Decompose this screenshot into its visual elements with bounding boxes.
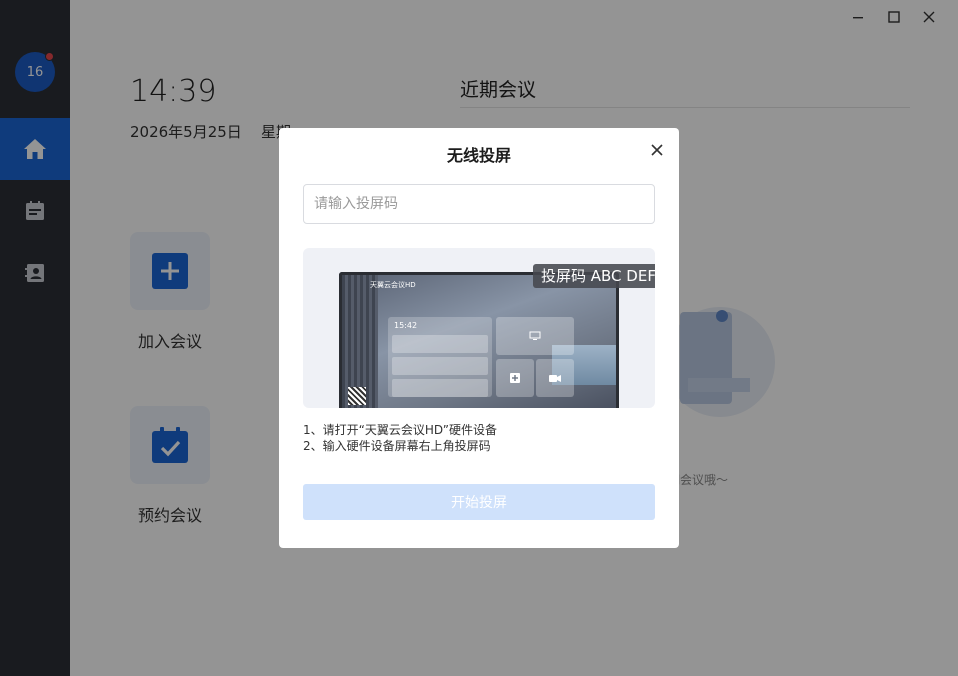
device-video-tile [536,359,574,397]
camera-icon [549,374,561,382]
qr-code-icon [348,387,366,405]
start-cast-button[interactable]: 开始投屏 [303,484,655,520]
instruction-step-2: 2、输入硬件设备屏幕右上角投屏码 [303,439,491,453]
device-screen-content: 天翼云会议HD 15:42 [342,275,616,408]
cast-code-badge: 投屏码 ABC DEF [533,264,655,288]
cast-code-input[interactable] [303,184,655,224]
device-meeting-row [392,379,488,397]
dialog-title: 无线投屏 [446,146,511,165]
device-time: 15:42 [394,321,418,330]
device-meeting-row [392,357,488,375]
monitor-icon [529,331,541,340]
device-preview: 天翼云会议HD 15:42 投屏码 ABC DEF [303,248,655,408]
device-cast-tile [496,317,574,355]
wireless-cast-dialog: 无线投屏 天翼云会议HD 15:42 [279,128,679,548]
device-meeting-row [392,335,488,353]
instruction-step-1: 1、请打开“天翼云会议HD”硬件设备 [303,423,498,437]
device-brand: 天翼云会议HD [370,281,416,289]
device-screen: 天翼云会议HD 15:42 [339,272,619,408]
device-join-tile [496,359,534,397]
dialog-close-button[interactable] [647,140,667,160]
close-icon [651,144,663,156]
plus-icon [510,373,520,383]
